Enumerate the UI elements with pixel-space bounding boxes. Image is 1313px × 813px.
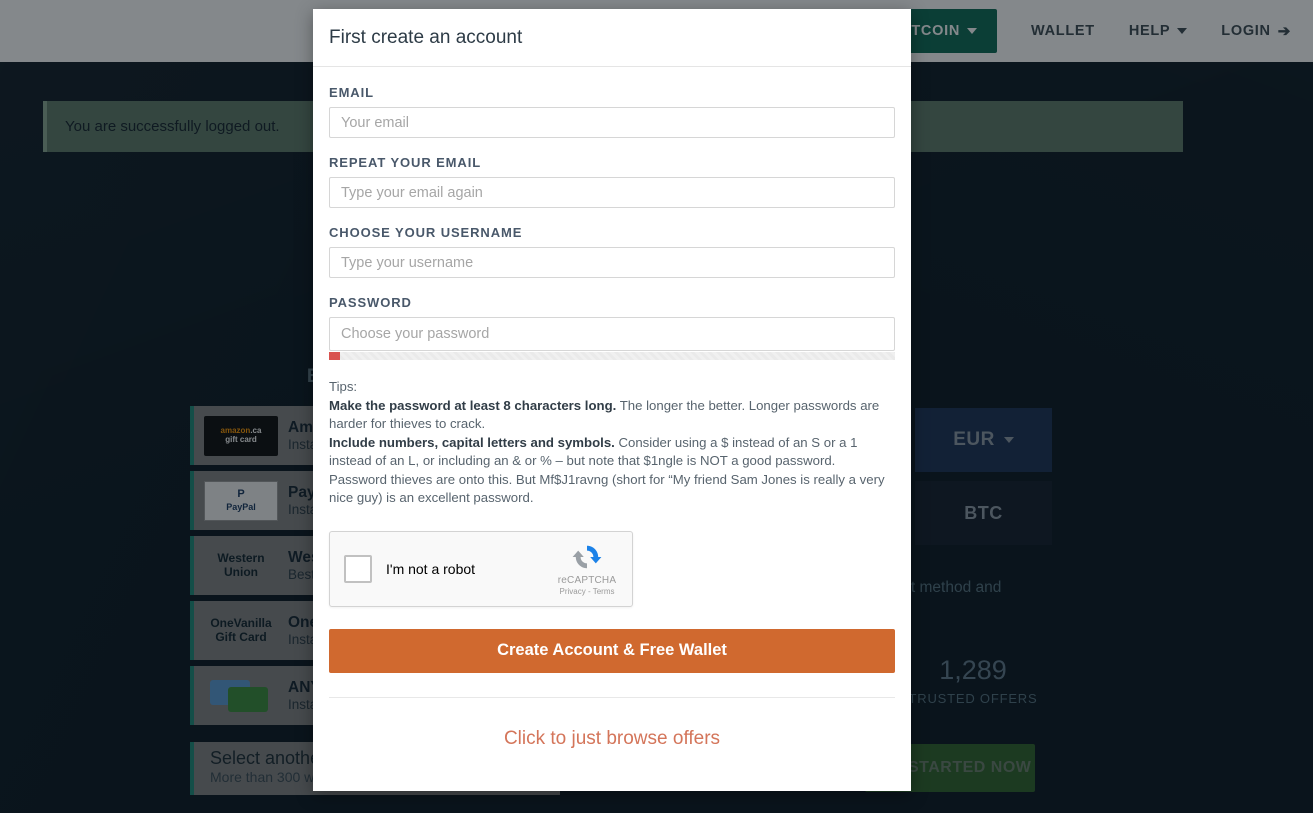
recaptcha-brand-name: reCAPTCHA — [557, 575, 617, 586]
recaptcha-widget[interactable]: I'm not a robot reCAPTCHA Privacy - Term… — [329, 530, 633, 607]
modal-header: First create an account — [313, 9, 911, 67]
recaptcha-checkbox[interactable] — [344, 554, 372, 583]
password-field-group: PASSWORD — [329, 295, 895, 360]
email-field[interactable] — [329, 107, 895, 138]
modal-body: EMAIL REPEAT YOUR EMAIL CHOOSE YOUR USER… — [313, 67, 911, 781]
password-field[interactable] — [329, 317, 895, 351]
password-strength-fill — [329, 352, 341, 360]
password-field-label: PASSWORD — [329, 295, 412, 310]
create-account-button[interactable]: Create Account & Free Wallet — [329, 628, 895, 673]
repeat-email-field-label: REPEAT YOUR EMAIL — [329, 155, 482, 170]
recaptcha-logo-icon — [572, 545, 602, 569]
repeat-email-field-group: REPEAT YOUR EMAIL — [329, 155, 895, 208]
password-tips-heading: Tips: — [329, 379, 358, 394]
password-tip-1-bold: Make the password at least 8 characters … — [329, 397, 617, 413]
create-account-modal: First create an account EMAIL REPEAT YOU… — [313, 9, 911, 791]
email-field-label: EMAIL — [329, 85, 374, 100]
password-tip-line-2: Include numbers, capital letters and sym… — [329, 434, 895, 508]
recaptcha-legal-links[interactable]: Privacy - Terms — [560, 587, 615, 596]
modal-footer: Click to just browse offers — [329, 696, 895, 781]
username-field-group: CHOOSE YOUR USERNAME — [329, 225, 895, 278]
password-tip-2-bold: Include numbers, capital letters and sym… — [329, 434, 615, 450]
email-field-group: EMAIL — [329, 85, 895, 138]
password-tip-line-1: Make the password at least 8 characters … — [329, 397, 895, 434]
username-field[interactable] — [329, 247, 895, 278]
password-tips: Tips: Make the password at least 8 chara… — [329, 378, 895, 508]
browse-offers-link[interactable]: Click to just browse offers — [504, 728, 720, 750]
page-title: First create an account — [329, 26, 523, 48]
username-field-label: CHOOSE YOUR USERNAME — [329, 225, 523, 240]
repeat-email-field[interactable] — [329, 177, 895, 208]
password-strength-bar — [329, 352, 895, 360]
recaptcha-brand: reCAPTCHA Privacy - Terms — [550, 541, 624, 596]
recaptcha-label: I'm not a robot — [386, 560, 476, 577]
